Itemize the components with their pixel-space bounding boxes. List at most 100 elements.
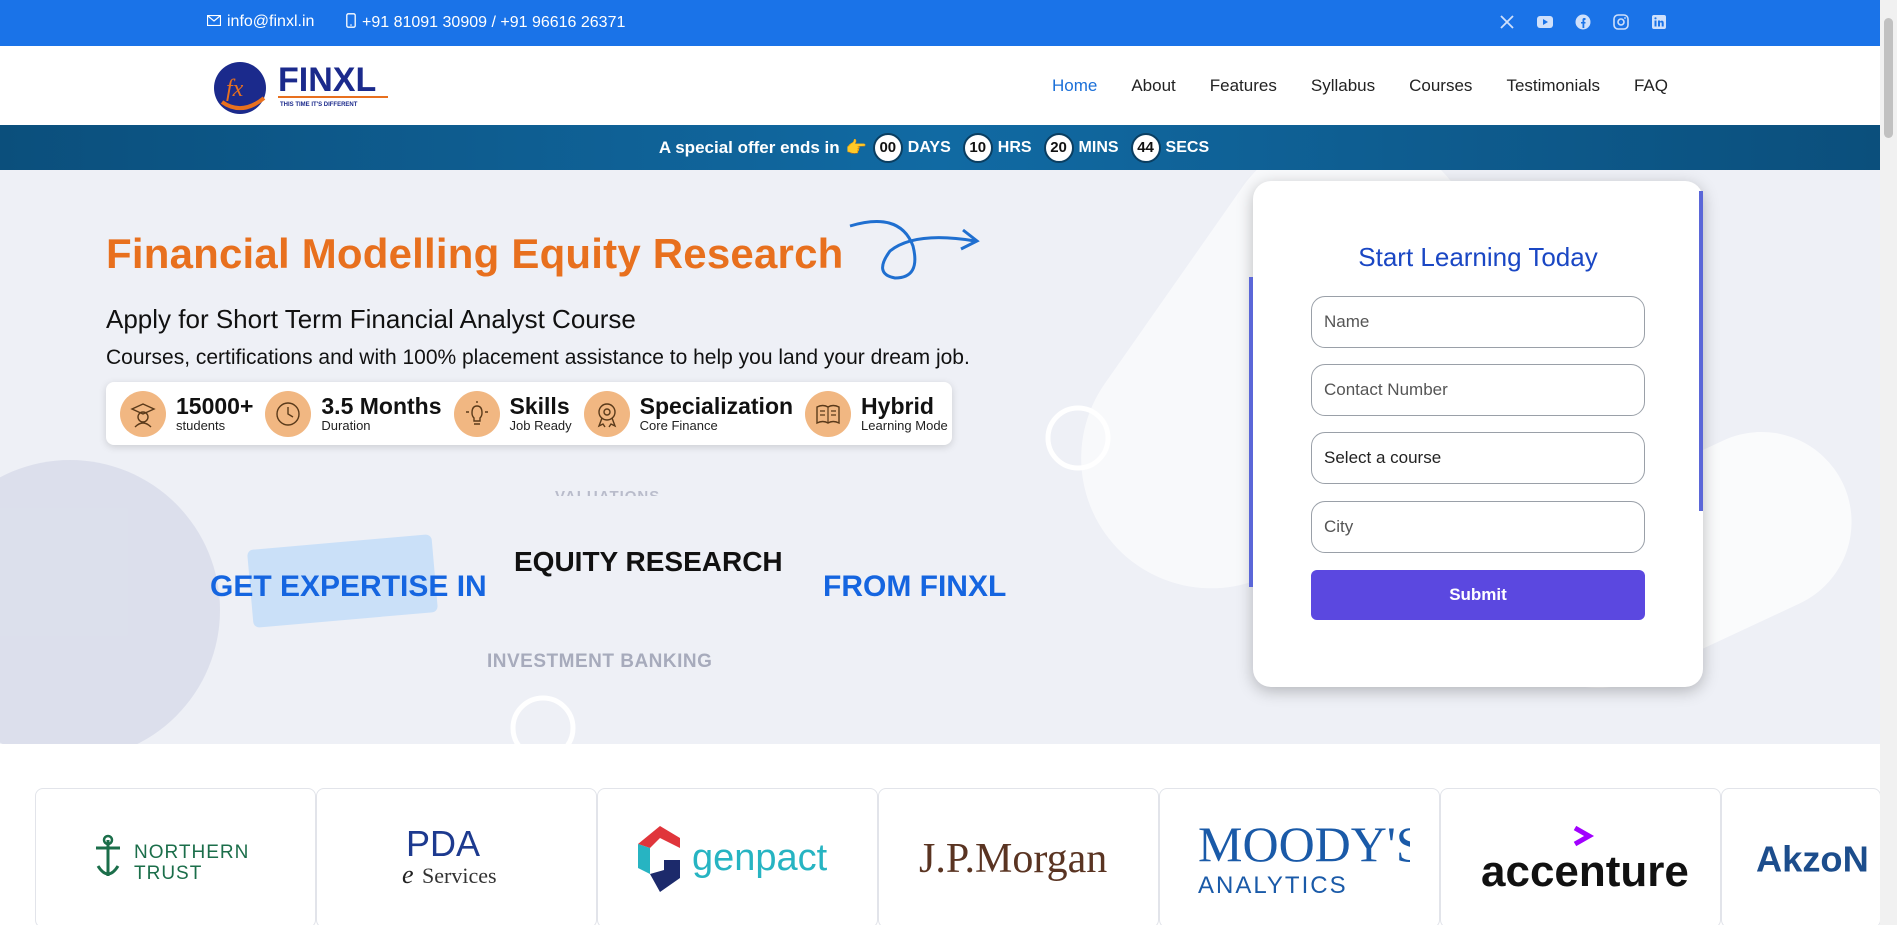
stat-caption: Duration — [321, 418, 371, 433]
partner-name: Services — [422, 863, 497, 888]
page-scrollbar[interactable] — [1880, 0, 1897, 925]
partner-name: NORTHERN — [134, 842, 249, 863]
phone-text: +91 81091 30909 / +91 96616 26371 — [362, 14, 626, 31]
curly-arrow-icon — [849, 220, 980, 280]
phone-link[interactable]: +91 81091 30909 / +91 96616 26371 — [346, 13, 625, 33]
form-title: Start Learning Today — [1358, 242, 1598, 272]
rotator-current: EQUITY RESEARCH — [514, 546, 783, 577]
countdown-hours: 10 HRS — [962, 132, 1032, 163]
name-input[interactable]: Name — [1311, 296, 1645, 348]
stat-caption: students — [176, 418, 226, 433]
hero-subtitle: Apply for Short Term Financial Analyst C… — [106, 304, 636, 334]
social-links — [1498, 13, 1668, 31]
award-icon — [583, 390, 630, 437]
partner-logo-moodys: MOODY'S ANALYTICS — [1159, 788, 1440, 925]
countdown-mins: 20 MINS — [1043, 132, 1119, 163]
city-input[interactable]: City — [1311, 501, 1645, 553]
main-navbar: fx FINXL THIS TIME IT'S DIFFERENT Home A… — [0, 46, 1880, 125]
logo-tagline: THIS TIME IT'S DIFFERENT — [280, 102, 358, 108]
instagram-icon[interactable] — [1612, 13, 1630, 31]
stat-mode: Hybrid Learning Mode — [805, 390, 948, 437]
logo-mark: fx — [226, 76, 244, 102]
linkedin-icon[interactable] — [1650, 13, 1668, 31]
partner-name: AkzoN — [1756, 838, 1869, 879]
nav-courses[interactable]: Courses — [1409, 76, 1472, 96]
phone-icon — [346, 13, 356, 33]
graduate-icon — [120, 390, 166, 437]
partner-name: ANALYTICS — [1198, 872, 1348, 899]
nav-testimonials[interactable]: Testimonials — [1506, 76, 1600, 96]
bg-decor — [0, 460, 220, 744]
stat-value: Specialization — [639, 393, 794, 419]
book-icon — [805, 390, 852, 437]
partner-name: PDA — [405, 823, 479, 864]
secs-label: SECS — [1165, 138, 1210, 156]
enquiry-form: Start Learning Today Name Contact Number… — [1249, 181, 1703, 687]
nav-syllabus[interactable]: Syllabus — [1311, 76, 1375, 96]
nav-features[interactable]: Features — [1210, 76, 1277, 96]
partner-logo-jpmorgan: J.P.Morgan — [878, 788, 1159, 925]
stat-caption: Job Ready — [509, 418, 572, 433]
countdown-secs: 44 SECS — [1130, 132, 1210, 163]
submit-button[interactable]: Submit — [1311, 570, 1645, 620]
stat-skills: Skills Job Ready — [453, 390, 572, 437]
expertise-trail: FROM FINXL — [823, 570, 1007, 603]
offer-text: A special offer ends in — [658, 137, 840, 157]
hours-value: 10 — [962, 132, 993, 163]
partner-name: genpact — [692, 837, 828, 879]
youtube-icon[interactable] — [1536, 13, 1554, 31]
partner-name: accenture — [1481, 847, 1689, 896]
partner-logo-pda: PDA e Services — [316, 788, 597, 925]
partner-logo-northern-trust: NORTHERN TRUST — [35, 788, 316, 925]
stat-caption: Core Finance — [639, 418, 718, 433]
mins-value: 20 — [1043, 132, 1074, 163]
bulb-icon — [453, 390, 500, 437]
stat-caption: Learning Mode — [861, 418, 948, 433]
stat-students: 15000+ students — [120, 390, 254, 437]
partner-name: J.P.Morgan — [919, 836, 1107, 882]
contact-number-input[interactable]: Contact Number — [1311, 364, 1645, 416]
offer-countdown-bar: A special offer ends in 👉 00 DAYS 10 HRS 2… — [0, 125, 1880, 170]
bg-ring — [510, 695, 576, 744]
logo-name: FINXL — [278, 61, 376, 99]
rotator-next: INVESTMENT BANKING — [487, 651, 713, 672]
stat-value: 3.5 Months — [321, 393, 442, 419]
partner-logos-strip: NORTHERN TRUST PDA e Services genpact J.… — [0, 788, 1880, 925]
facebook-icon[interactable] — [1574, 13, 1592, 31]
finxl-logo[interactable]: fx FINXL THIS TIME IT'S DIFFERENT — [212, 58, 392, 118]
stat-duration: 3.5 Months Duration — [265, 390, 442, 437]
stat-value: 15000+ — [176, 393, 254, 419]
hero-description: Courses, certifications and with 100% pl… — [106, 346, 970, 369]
mail-icon — [206, 13, 222, 31]
pointing-hand-icon: 👉 — [845, 137, 867, 157]
partner-logo-akzo: AkzoN — [1721, 788, 1880, 925]
scrollbar-thumb[interactable] — [1884, 18, 1893, 138]
partner-name: e — [402, 860, 414, 889]
stat-value: Skills — [509, 393, 570, 419]
nav-home[interactable]: Home — [1052, 76, 1097, 96]
stats-bar: 15000+ students 3.5 Months Duration Skills… — [106, 382, 952, 445]
secs-value: 44 — [1130, 132, 1161, 163]
nav-links: Home About Features Syllabus Courses Tes… — [1052, 76, 1668, 96]
email-text: info@finxl.in — [227, 13, 315, 30]
hours-label: HRS — [997, 138, 1032, 156]
days-label: DAYS — [907, 138, 951, 156]
x-icon[interactable] — [1498, 13, 1516, 31]
hero-section: Financial Modelling Equity Research Appl… — [0, 170, 1880, 744]
stat-specialization: Specialization Core Finance — [583, 390, 794, 437]
partner-logo-genpact: genpact — [597, 788, 878, 925]
partner-logo-accenture: accenture — [1440, 788, 1721, 925]
course-select[interactable]: Select a course — [1311, 432, 1645, 484]
partner-name: MOODY'S — [1198, 816, 1410, 872]
mins-label: MINS — [1078, 138, 1119, 156]
days-value: 00 — [872, 132, 903, 163]
card-accent — [1249, 277, 1253, 587]
nav-about[interactable]: About — [1131, 76, 1175, 96]
email-link[interactable]: info@finxl.in — [206, 13, 315, 31]
stat-value: Hybrid — [861, 393, 934, 419]
nav-faq[interactable]: FAQ — [1634, 76, 1668, 96]
rotator-previous: VALUATIONS — [555, 488, 660, 496]
hero-title: Financial Modelling Equity Research — [106, 230, 844, 277]
top-contact-bar: info@finxl.in +91 81091 30909 / +91 9661… — [0, 0, 1880, 46]
expertise-lead: GET EXPERTISE IN — [210, 570, 487, 603]
